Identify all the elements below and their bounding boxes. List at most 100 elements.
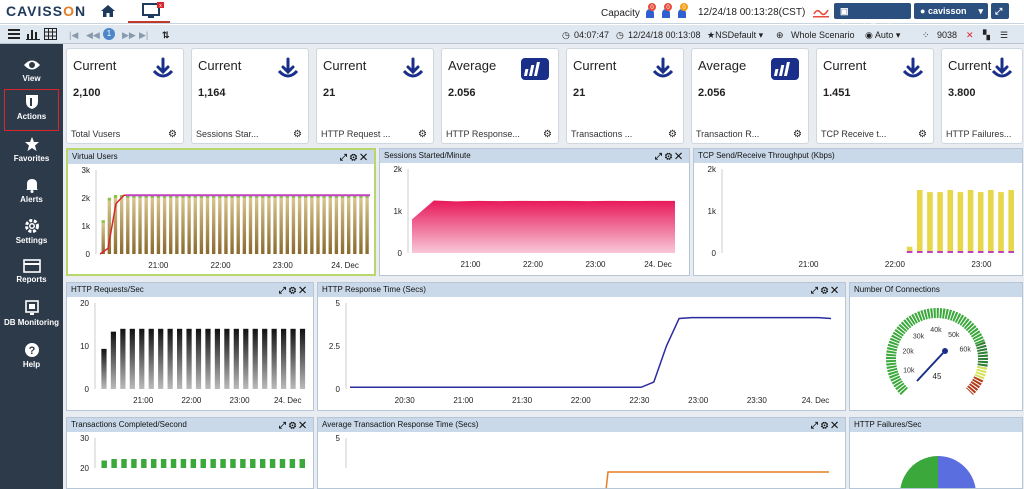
x-tick-label: 22:00: [571, 396, 592, 405]
bar-base: [988, 251, 994, 253]
panel-controls[interactable]: ⤢⚙✕: [279, 283, 309, 297]
bar: [119, 198, 124, 254]
panel-http-requests[interactable]: HTTP Requests/Sec ⤢⚙✕ 0 10 20 21:00 22:00 23:0…: [66, 282, 314, 411]
card-settings-icon[interactable]: ⚙: [918, 129, 927, 140]
brand-logo[interactable]: CAVISSON: [6, 3, 86, 19]
panel-controls[interactable]: ⤢⚙✕: [811, 418, 841, 432]
card-settings-icon[interactable]: ⚙: [168, 129, 177, 140]
panel-controls[interactable]: ⤢⚙✕: [811, 283, 841, 297]
panel-transactions-completed[interactable]: Transactions Completed/Second ⤢⚙✕ 20 30: [66, 417, 314, 489]
star-icon: [24, 137, 39, 151]
sidebar-item-settings[interactable]: Settings: [0, 214, 63, 254]
card-label: Transaction R...: [696, 129, 760, 139]
home-icon[interactable]: [100, 3, 116, 19]
bar: [230, 459, 236, 468]
card-settings-icon[interactable]: ⚙: [418, 129, 427, 140]
gauge-tick: 60k: [960, 347, 972, 354]
ns-default-select[interactable]: ★NSDefault ▾: [707, 30, 763, 41]
panel-http-failures[interactable]: HTTP Failures/Sec: [849, 417, 1023, 489]
current-icon: [401, 57, 425, 83]
summary-card[interactable]: Current 3.800 HTTP Failures...: [941, 48, 1023, 144]
card-settings-icon[interactable]: ⚙: [793, 129, 802, 140]
layout-icon[interactable]: ▚: [983, 30, 990, 41]
sidebar-item-db-monitoring[interactable]: DB Monitoring: [0, 296, 63, 336]
eye-icon: [23, 60, 40, 70]
gear-icon: [24, 219, 39, 233]
bar-base: [998, 251, 1004, 253]
bell-icon: 0: [646, 3, 656, 18]
panel-controls[interactable]: ⤢⚙✕: [279, 418, 309, 432]
average-icon: [520, 57, 550, 83]
table-icon[interactable]: [44, 28, 57, 40]
summary-card[interactable]: Current 21 Transactions ... ⚙: [566, 48, 684, 144]
card-value: 1.451: [823, 87, 851, 99]
panel-controls[interactable]: ⤢⚙✕: [655, 149, 685, 163]
bar: [927, 192, 933, 253]
current-icon: [276, 57, 300, 83]
bar-base: [916, 251, 923, 253]
network-icon[interactable]: [813, 4, 829, 18]
sidebar-item-reports[interactable]: Reports: [0, 255, 63, 295]
list-icon[interactable]: ☰: [1000, 30, 1008, 41]
bell-icon: [25, 179, 38, 193]
user-menu-button[interactable]: ● cavisson ▾: [914, 3, 988, 19]
sidebar-item-alerts[interactable]: Alerts: [0, 173, 63, 213]
sort-icon[interactable]: ⇅: [162, 30, 170, 41]
summary-card[interactable]: Current 2,100 Total Vusers ⚙: [66, 48, 184, 144]
card-kind: Current: [198, 58, 242, 73]
summary-card[interactable]: Current 1.451 TCP Receive t... ⚙: [816, 48, 934, 144]
panel-avg-transaction-time[interactable]: Average Transaction Response Time (Secs)…: [317, 417, 846, 489]
sidebar-item-view[interactable]: View: [0, 54, 63, 94]
card-settings-icon[interactable]: ⚙: [293, 129, 302, 140]
page-number[interactable]: 1: [103, 28, 115, 40]
fullscreen-button[interactable]: ⤢: [991, 3, 1009, 19]
refresh-mode-select[interactable]: ◉ Auto ▾: [865, 30, 900, 41]
bar: [947, 190, 954, 253]
project-button[interactable]: ▣ Cloud_Testing: [834, 3, 911, 32]
sidebar-item-actions[interactable]: Actions: [4, 89, 59, 131]
toolbar-timestamp: 12/24/18 00:13:08: [628, 30, 701, 40]
menu-icon[interactable]: [8, 28, 20, 39]
chart-avg-transaction-time: 5: [336, 434, 829, 488]
bar: [328, 198, 332, 254]
panel-http-response-time[interactable]: HTTP Response Time (Secs) ⤢⚙✕ 0 2.5 5 20:30 2…: [317, 282, 846, 411]
bar: [148, 328, 154, 389]
summary-card[interactable]: Current 21 HTTP Request ... ⚙: [316, 48, 434, 144]
card-kind: Current: [73, 58, 117, 73]
capacity-bells[interactable]: 0 0 0: [643, 2, 693, 22]
y-tick-label: 2k: [82, 194, 91, 203]
bar-base: [1008, 251, 1014, 253]
sidebar-item-favorites[interactable]: Favorites: [0, 132, 63, 172]
gauge-value: 45: [933, 372, 942, 381]
card-settings-icon[interactable]: ⚙: [543, 129, 552, 140]
card-value: 1,164: [198, 87, 226, 99]
panel-virtual-users[interactable]: Virtual Users ⤢⚙✕ 0 1k 2k 3k 21:00 22:00 23:00 2…: [66, 148, 376, 276]
scenario-label[interactable]: Whole Scenario: [791, 30, 855, 40]
panel-connections[interactable]: Number Of Connections 10k 20k 30k 40k 50k 60k…: [849, 282, 1023, 411]
current-icon: [901, 57, 925, 83]
sidebar-item-help[interactable]: ? Help: [0, 338, 63, 378]
pie-slice: [900, 456, 938, 488]
summary-card[interactable]: Current 1,164 Sessions Star... ⚙: [191, 48, 309, 144]
card-settings-icon[interactable]: ⚙: [668, 129, 677, 140]
panel-tcp-throughput[interactable]: TCP Send/Receive Throughput (Kbps) 0 1k 2k…: [693, 148, 1023, 276]
bar: [353, 198, 357, 254]
pin-icon[interactable]: ✕: [966, 30, 974, 41]
bar: [131, 459, 137, 468]
summary-card[interactable]: Average 2.056 Transaction R... ⚙: [691, 48, 809, 144]
next-page-icon[interactable]: ▶▶: [122, 30, 136, 41]
first-page-icon[interactable]: |◀: [69, 30, 78, 41]
panel-sessions-started[interactable]: Sessions Started/Minute ⤢⚙✕ 0 1k 2k 21:00 22:…: [379, 148, 690, 276]
bar: [281, 328, 287, 389]
panel-controls[interactable]: ⤢⚙✕: [340, 150, 370, 164]
summary-card[interactable]: Average 2.056 HTTP Response... ⚙: [441, 48, 559, 144]
bar: [181, 198, 185, 254]
x-tick-label: 22:00: [885, 260, 906, 269]
bar: [304, 198, 308, 254]
bar-cap: [107, 197, 112, 201]
bar-chart-icon[interactable]: [26, 28, 40, 40]
prev-page-icon[interactable]: ◀◀: [86, 30, 100, 41]
monitor-icon[interactable]: x: [142, 2, 164, 20]
bar: [129, 328, 135, 389]
last-page-icon[interactable]: ▶|: [139, 30, 148, 41]
